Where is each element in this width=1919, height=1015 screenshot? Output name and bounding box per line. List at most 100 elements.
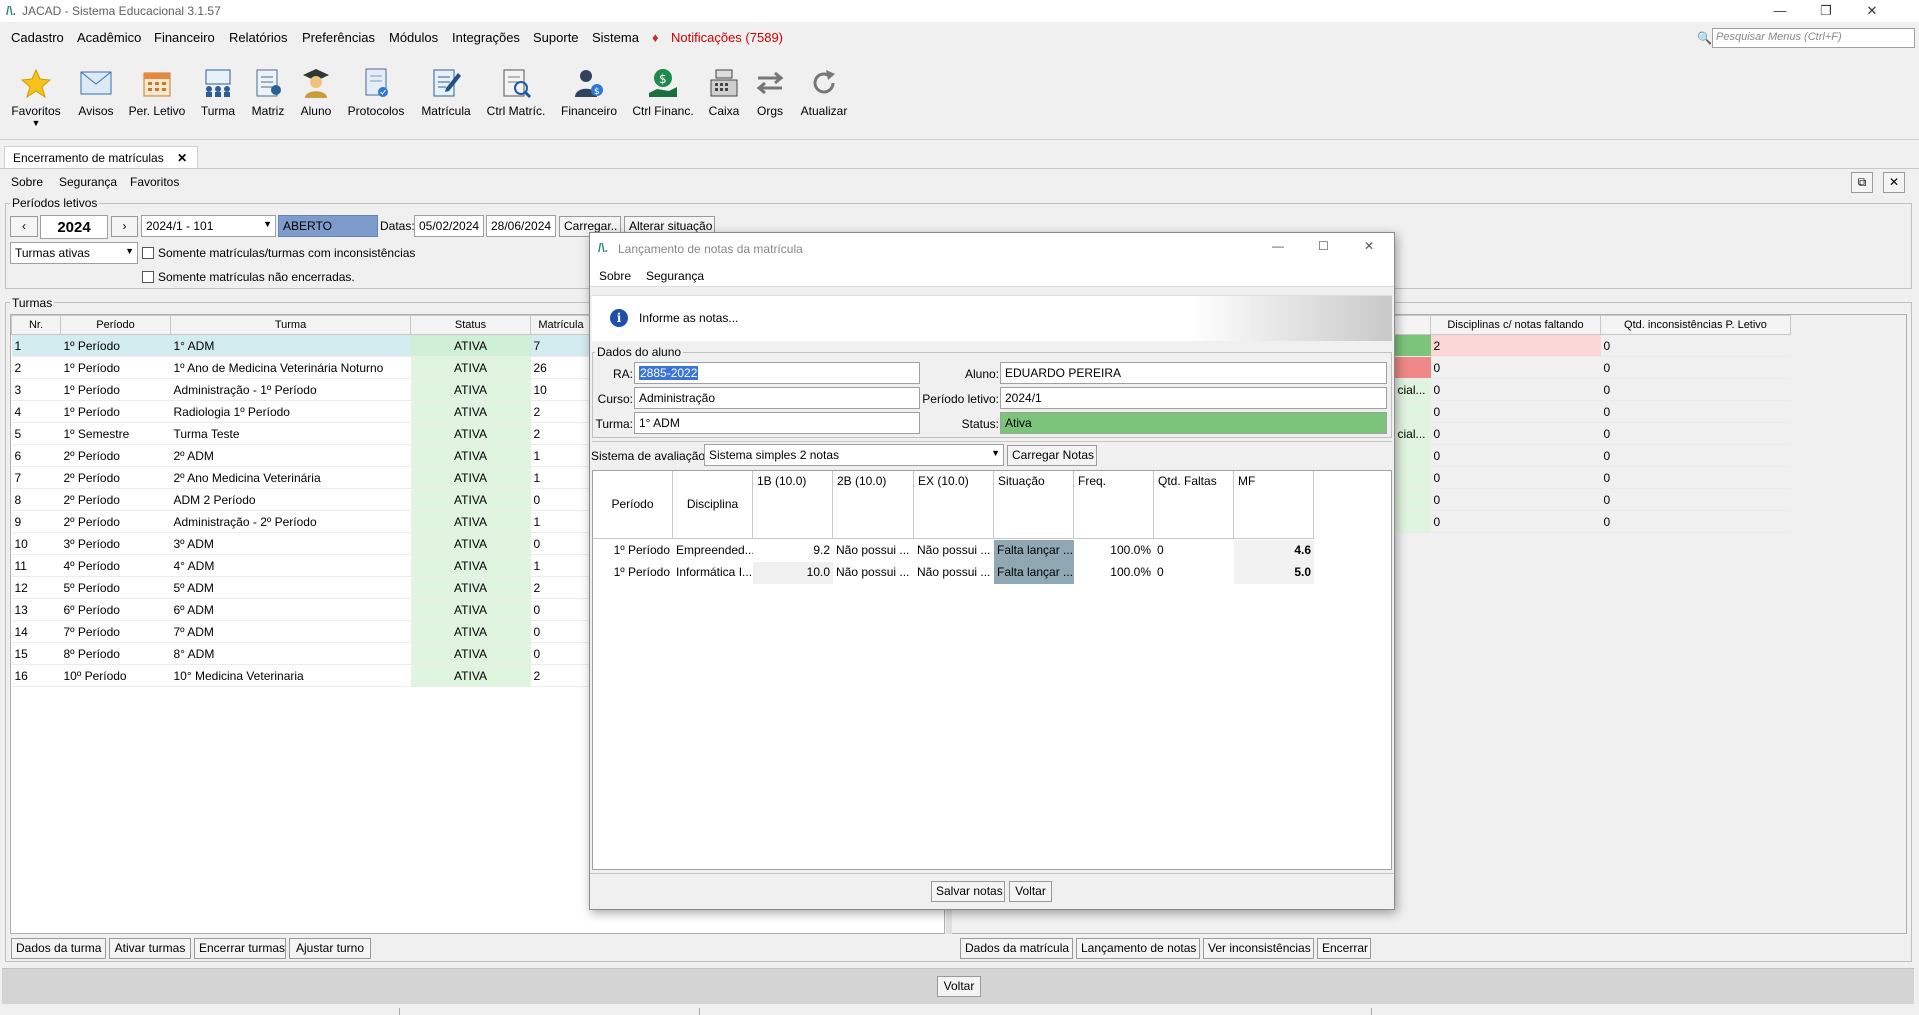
table-row[interactable]: 2 1º Período 1º Ano de Medicina Veterinári… — [11, 356, 592, 379]
nao-encerradas-checkbox[interactable] — [142, 271, 154, 283]
table-row[interactable]: 7 2º Período 2º Ano Medicina Veterinária AT… — [11, 466, 592, 489]
table-row[interactable]: 10 3º Período 3º ADM ATIVA 0 — [11, 532, 592, 555]
curso-field[interactable]: Administração — [634, 387, 920, 409]
maximize-icon[interactable]: ❐ — [1803, 0, 1849, 22]
menu-modulos[interactable]: Módulos — [389, 30, 438, 45]
menu-preferencias[interactable]: Preferências — [302, 30, 375, 45]
table-row[interactable]: 3 1º Período Administração - 1º Período ATI… — [11, 378, 592, 401]
menu-notificacoes[interactable]: Notificações (7589) — [671, 30, 783, 45]
menu-search-input[interactable]: Pesquisar Menus (Ctrl+F) — [1712, 28, 1915, 48]
col-turma[interactable]: Turma — [170, 315, 411, 335]
table-row[interactable]: 00 — [1394, 444, 1791, 467]
next-year-button[interactable]: › — [111, 216, 138, 237]
table-row[interactable]: 00 — [1394, 488, 1791, 511]
minimize-icon[interactable]: — — [1757, 0, 1803, 22]
menu-relatorios[interactable]: Relatórios — [229, 30, 288, 45]
year-field[interactable]: 2024 — [40, 215, 108, 239]
aluno-field[interactable]: EDUARDO PEREIRA — [1000, 362, 1387, 384]
grade-cell-ex[interactable]: Não possui ... — [914, 562, 994, 584]
toolbar-matriz[interactable]: Matriz — [246, 66, 290, 118]
table-row[interactable]: 20 — [1394, 334, 1791, 357]
periodo-letivo-field[interactable]: 2024/1 — [1000, 387, 1387, 409]
dialog-menu-sobre[interactable]: Sobre — [599, 269, 631, 283]
col-inconsistencias[interactable]: Qtd. inconsistências P. Letivo — [1600, 315, 1791, 335]
table-row[interactable]: 12 5º Período 5º ADM ATIVA 2 — [11, 576, 592, 599]
tab-close-icon[interactable]: ✕ — [177, 151, 187, 165]
tab-encerramento-matriculas[interactable]: Encerramento de matrículas ✕ — [4, 146, 198, 168]
grade-cell-ex[interactable]: Não possui ... — [914, 540, 994, 562]
ativar-turmas-button[interactable]: Ativar turmas — [109, 938, 191, 959]
table-row[interactable]: cial... 0 0 — [1394, 422, 1791, 445]
main-voltar-button[interactable]: Voltar — [937, 976, 981, 997]
table-row[interactable]: 00 — [1394, 510, 1791, 533]
encerrar-turmas-button[interactable]: Encerrar turmas — [194, 938, 286, 959]
table-row[interactable]: 15 8º Período 8° ADM ATIVA 0 — [11, 642, 592, 665]
toolbar-financeiro[interactable]: $ Financeiro — [558, 66, 620, 118]
table-row[interactable]: 1 1º Período 1° ADM ATIVA 7 — [11, 334, 592, 357]
dialog-menu-seguranca[interactable]: Segurança — [646, 269, 704, 283]
grade-cell-1b[interactable]: 9.2 — [753, 540, 833, 562]
toolbar-ctrl-matric[interactable]: Ctrl Matríc. — [484, 66, 548, 118]
menu-cadastro[interactable]: Cadastro — [11, 30, 64, 45]
dialog-voltar-button[interactable]: Voltar — [1009, 881, 1052, 902]
menu-academico[interactable]: Acadêmico — [77, 30, 141, 45]
col-nr[interactable]: Nr. — [11, 315, 61, 335]
grade-col-1b[interactable]: 1B (10.0) — [753, 471, 833, 539]
dialog-minimize-icon[interactable]: — — [1272, 239, 1284, 253]
ajustar-turno-button[interactable]: Ajustar turno — [289, 938, 371, 959]
toolbar-protocolos[interactable]: Protocolos — [344, 66, 408, 118]
date-end-field[interactable]: 28/06/2024 — [486, 215, 556, 237]
sistema-avaliacao-select[interactable]: Sistema simples 2 notas ▼ — [704, 444, 1004, 466]
toolbar-turma[interactable]: Turma — [196, 66, 240, 118]
menu-suporte[interactable]: Suporte — [533, 30, 579, 45]
menu-integracoes[interactable]: Integrações — [452, 30, 520, 45]
table-row[interactable]: 16 10º Período 10° Medicina Veterinaria ATI… — [11, 664, 592, 687]
table-row[interactable]: 00 — [1394, 356, 1791, 379]
table-row[interactable]: 6 2º Período 2º ADM ATIVA 1 — [11, 444, 592, 467]
table-row[interactable]: 11 4º Período 4° ADM ATIVA 1 — [11, 554, 592, 577]
detach-window-icon[interactable]: ⧉ — [1851, 172, 1873, 193]
dados-turma-button[interactable]: Dados da turma — [11, 938, 106, 959]
toolbar-ctrl-financ[interactable]: $ Ctrl Financ. — [630, 66, 696, 118]
menu-financeiro[interactable]: Financeiro — [154, 30, 215, 45]
table-row[interactable]: 00 — [1394, 466, 1791, 489]
toolbar-per-letivo[interactable]: Per. Letivo — [126, 66, 188, 118]
ver-inconsistencias-button[interactable]: Ver inconsistências — [1203, 938, 1314, 959]
table-row[interactable]: 14 7º Período 7º ADM ATIVA 0 — [11, 620, 592, 643]
toolbar-orgs[interactable]: Orgs — [750, 66, 790, 118]
submenu-favoritos[interactable]: Favoritos — [130, 175, 179, 189]
dialog-maximize-icon[interactable]: ☐ — [1318, 239, 1329, 253]
turma-field[interactable]: 1° ADM — [634, 412, 920, 434]
close-tab-icon[interactable]: ✕ — [1883, 172, 1905, 193]
grade-col-situacao[interactable]: Situação — [994, 471, 1074, 539]
toolbar-avisos[interactable]: Avisos — [74, 66, 118, 118]
close-icon[interactable]: ✕ — [1849, 0, 1895, 22]
inconsistencias-checkbox[interactable] — [142, 247, 154, 259]
grade-col-faltas[interactable]: Qtd. Faltas — [1154, 471, 1234, 539]
grade-col-ex[interactable]: EX (10.0) — [914, 471, 994, 539]
grade-col-mf[interactable]: MF — [1234, 471, 1314, 539]
col-disciplinas-faltando[interactable]: Disciplinas c/ notas faltando — [1430, 315, 1601, 335]
grade-col-disciplina[interactable]: Disciplina — [673, 471, 753, 539]
grade-col-2b[interactable]: 2B (10.0) — [833, 471, 914, 539]
encerrar-button[interactable]: Encerrar — [1317, 938, 1371, 959]
col-matricula[interactable]: Matrícula — [530, 315, 592, 335]
grade-col-periodo[interactable]: Período — [593, 471, 673, 539]
col-status[interactable]: Status — [410, 315, 531, 335]
menu-sistema[interactable]: Sistema — [592, 30, 639, 45]
grade-cell-2b[interactable]: Não possui ... — [833, 562, 914, 584]
table-row[interactable]: 8 2º Período ADM 2 Período ATIVA 0 — [11, 488, 592, 511]
grade-cell-1b[interactable]: 10.0 — [753, 562, 833, 584]
dialog-close-icon[interactable]: ✕ — [1364, 239, 1374, 253]
toolbar-favoritos[interactable]: Favoritos ▼ — [8, 66, 64, 128]
carregar-notas-button[interactable]: Carregar Notas — [1007, 445, 1097, 466]
dados-matricula-button[interactable]: Dados da matrícula — [960, 938, 1073, 959]
col-periodo[interactable]: Período — [60, 315, 171, 335]
grade-col-freq[interactable]: Freq. — [1074, 471, 1154, 539]
table-row[interactable]: 4 1º Período Radiologia 1º Período ATIVA 2 — [11, 400, 592, 423]
turmas-filter-select[interactable]: Turmas ativas ▼ — [10, 242, 138, 264]
submenu-sobre[interactable]: Sobre — [11, 175, 43, 189]
toolbar-caixa[interactable]: Caixa — [704, 66, 744, 118]
ra-field[interactable]: 2885-2022 — [634, 362, 920, 384]
table-row[interactable]: 00 — [1394, 400, 1791, 423]
